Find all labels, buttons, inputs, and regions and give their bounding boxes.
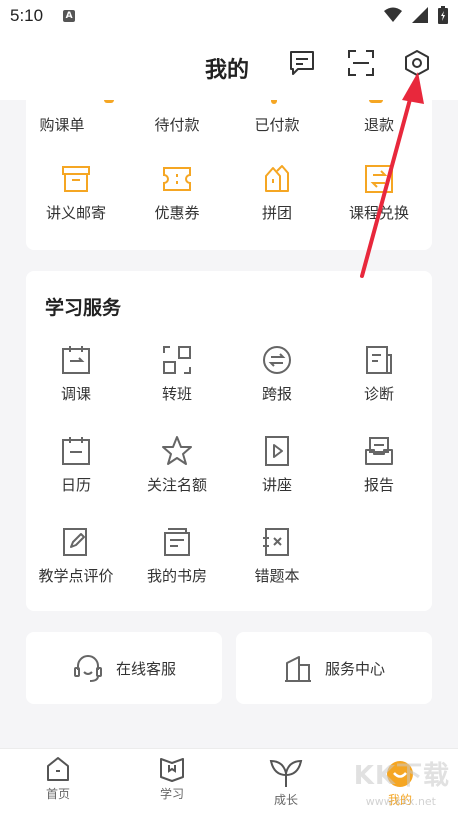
service-item-reschedule[interactable]: 调课: [26, 343, 126, 404]
edit-icon: [63, 528, 87, 556]
exchange-icon: [365, 165, 393, 193]
cart-icon: [104, 100, 114, 103]
play-icon: [265, 436, 289, 466]
service-item-lecture[interactable]: 讲座: [227, 434, 327, 495]
service-item-report[interactable]: 报告: [329, 434, 429, 495]
transfer-icon: [163, 346, 191, 374]
section-title: 学习服务: [45, 297, 122, 319]
service-item-label: 报告: [363, 476, 394, 494]
report-icon: [365, 437, 393, 465]
order-item-refund[interactable]: 退款: [329, 114, 429, 135]
watermark-logo: KK下载: [353, 761, 450, 791]
message-button[interactable]: [287, 48, 317, 78]
status-icons: [384, 6, 448, 24]
message-icon: [290, 51, 314, 75]
wifi-icon: [384, 7, 402, 22]
service-item-review[interactable]: 教学点评价: [26, 525, 126, 586]
order-item-label: 待付款: [154, 116, 200, 134]
service-item-label: 调课: [60, 385, 91, 403]
service-item-label: 我的书房: [146, 567, 207, 585]
order-item-pending[interactable]: 待付款: [127, 114, 227, 135]
scan-icon: [348, 50, 374, 76]
building-icon: [284, 656, 311, 682]
diagnosis-icon: [366, 346, 392, 374]
study-icon: [160, 758, 184, 782]
order-item-paid[interactable]: 已付款: [227, 114, 327, 135]
service-item-label: 日历: [60, 476, 91, 494]
refund-icon: [369, 100, 383, 103]
tab-home[interactable]: 首页: [18, 755, 98, 802]
status-time: 5:10: [10, 6, 44, 25]
service-item-label: 教学点评价: [38, 567, 114, 585]
order-item-label: 优惠券: [154, 204, 200, 222]
star-icon: [162, 436, 192, 465]
study-services-card: 学习服务 调课 转班 跨报 诊断 日历 关注名额 讲座 报告 教学点评价 我的书…: [26, 271, 432, 611]
service-item-label: 转班: [161, 385, 192, 403]
service-item-label: 关注名额: [146, 476, 207, 494]
tab-label: 学习: [159, 787, 184, 801]
scan-button[interactable]: [346, 48, 376, 78]
mistake-book-icon: [263, 528, 289, 556]
tab-label: 首页: [45, 787, 70, 801]
service-item-label: 诊断: [363, 385, 394, 403]
package-icon: [62, 166, 90, 192]
settings-hexagon-icon: [405, 50, 429, 76]
signal-icon: [412, 7, 428, 23]
page-header: 我的: [0, 32, 458, 100]
headset-icon: [73, 655, 102, 682]
watermark-url: www.kkx.net: [365, 795, 436, 808]
online-service-label: 在线客服: [115, 659, 176, 678]
service-center-button[interactable]: 服务中心: [236, 632, 432, 704]
calendar-swap-icon: [62, 346, 90, 374]
order-item-label: 购课单: [39, 116, 85, 134]
order-item-label: 讲义邮寄: [45, 204, 106, 222]
service-item-follow-quota[interactable]: 关注名额: [127, 434, 227, 495]
order-item-group-buy[interactable]: 拼团: [227, 162, 327, 223]
status-bar: 5:10 A: [0, 0, 458, 32]
page-title: 我的: [205, 58, 250, 83]
online-service-button[interactable]: 在线客服: [26, 632, 222, 704]
group-buy-icon: [265, 165, 289, 192]
coupon-icon: [163, 167, 191, 191]
sprout-icon: [269, 759, 303, 787]
notification-icon: A: [63, 10, 76, 22]
order-item-label: 已付款: [254, 116, 300, 134]
order-item-exchange[interactable]: 课程兑换: [329, 162, 429, 223]
order-item-coupon[interactable]: 优惠券: [127, 162, 227, 223]
order-item-label: 课程兑换: [348, 204, 409, 222]
calendar-icon: [62, 437, 90, 465]
home-icon: [47, 757, 69, 781]
service-item-bookshelf[interactable]: 我的书房: [127, 525, 227, 586]
tab-growth[interactable]: 成长: [246, 757, 326, 808]
order-card: 购课单 待付款 已付款 退款 讲义邮寄 优惠券 拼团 课程兑换: [26, 100, 432, 250]
service-item-cross-enroll[interactable]: 跨报: [227, 343, 327, 404]
service-item-diagnosis[interactable]: 诊断: [329, 343, 429, 404]
order-item-label: 拼团: [261, 204, 292, 222]
service-item-transfer[interactable]: 转班: [127, 343, 227, 404]
service-item-label: 讲座: [261, 476, 292, 494]
order-item-label: 退款: [363, 116, 394, 134]
service-item-label: 跨报: [261, 385, 292, 403]
tab-study[interactable]: 学习: [132, 755, 212, 802]
service-item-label: 错题本: [254, 567, 300, 585]
battery-icon: [438, 6, 448, 24]
order-item-mailing[interactable]: 讲义邮寄: [26, 162, 126, 223]
tab-label: 成长: [273, 793, 298, 807]
service-item-mistake-book[interactable]: 错题本: [227, 525, 327, 586]
service-center-label: 服务中心: [324, 659, 385, 678]
order-item-cart[interactable]: 购课单: [12, 114, 112, 135]
check-icon: [271, 100, 277, 104]
settings-button[interactable]: [402, 48, 432, 78]
book-icon: [164, 528, 190, 556]
service-item-calendar[interactable]: 日历: [26, 434, 126, 495]
switch-icon: [263, 346, 291, 374]
